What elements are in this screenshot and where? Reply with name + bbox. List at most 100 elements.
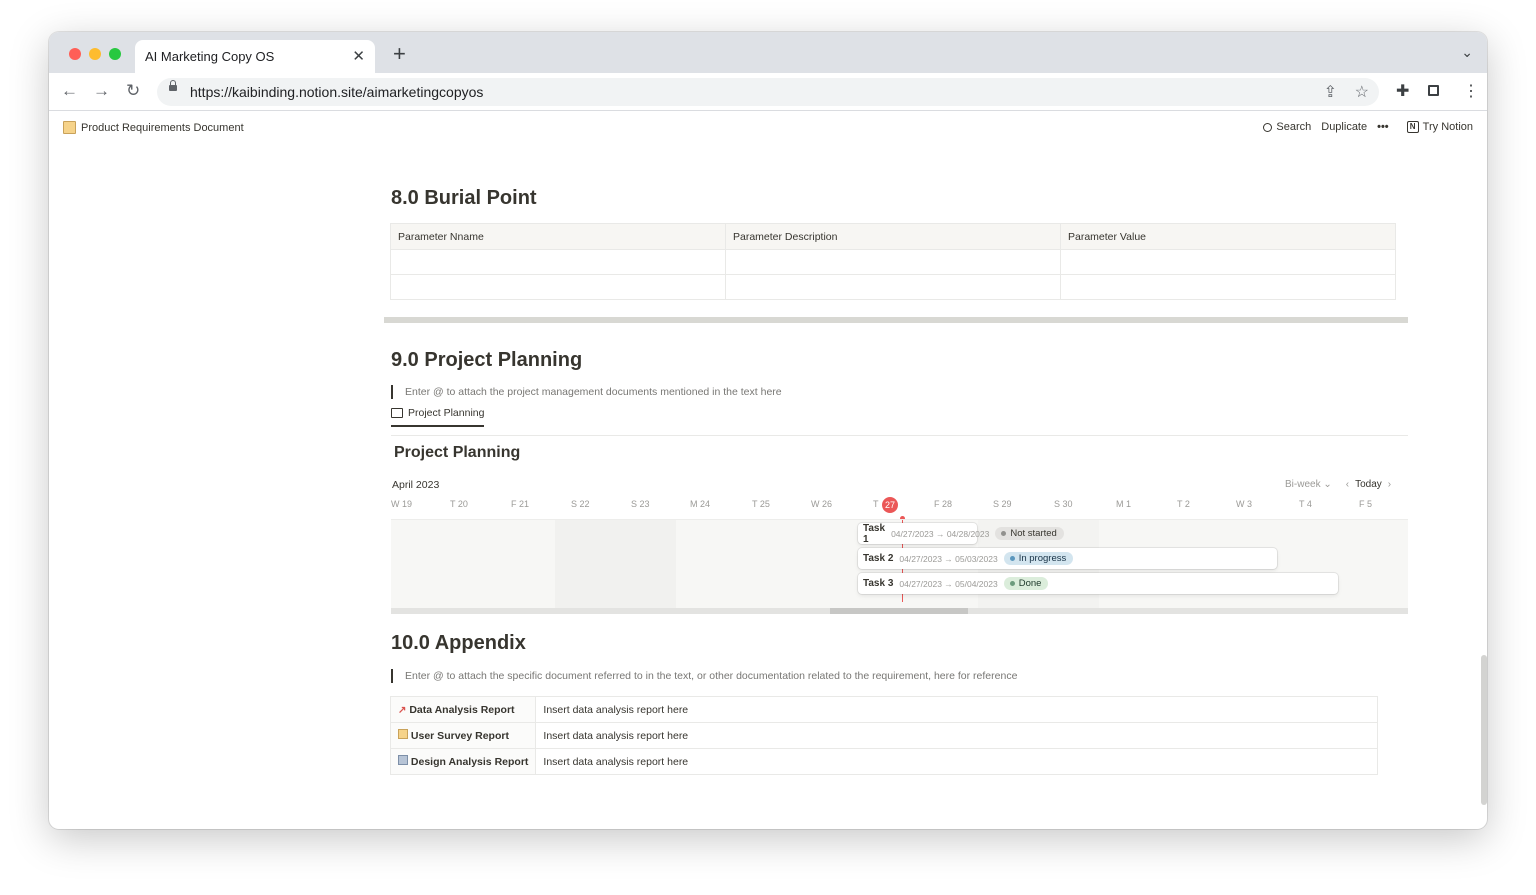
task-bar[interactable]: Task 2 04/27/2023 → 05/03/2023 In progre…	[858, 548, 1277, 569]
day-label: F 5	[1359, 499, 1373, 509]
horizontal-scroll-thumb[interactable]	[830, 608, 968, 614]
task-name: Task 2	[863, 553, 894, 564]
browser-tab[interactable]: AI Marketing Copy OS ✕	[135, 40, 375, 74]
row-value[interactable]: Insert data analysis report here	[535, 696, 1378, 723]
vertical-scroll-thumb[interactable]	[1481, 655, 1487, 805]
search-label: Search	[1276, 121, 1312, 133]
next-icon[interactable]: ›	[1388, 479, 1391, 490]
status-label: Not started	[1010, 528, 1057, 539]
column-header[interactable]: Parameter Description	[725, 223, 1061, 250]
status-badge: In progress	[1003, 552, 1074, 565]
today-button[interactable]: Today	[1355, 479, 1382, 490]
table-cell[interactable]	[390, 249, 726, 275]
timeline-horizontal-scrollbar[interactable]	[391, 608, 1408, 614]
notion-logo-icon: N	[1406, 121, 1419, 133]
close-window-button[interactable]	[69, 48, 81, 60]
burial-point-table: Parameter Nname Parameter Description Pa…	[390, 223, 1396, 300]
back-icon[interactable]: ←	[61, 81, 78, 101]
browser-window: AI Marketing Copy OS ✕ + ⌄ ← → ↻ https:/…	[49, 32, 1487, 829]
day-label: S 22	[571, 499, 590, 509]
page-content: 8.0 Burial Point Parameter Nname Paramet…	[49, 145, 1487, 829]
appendix-quote[interactable]: Enter @ to attach the specific document …	[391, 669, 1017, 683]
table-cell[interactable]	[725, 249, 1061, 275]
timeline-view-icon	[391, 408, 403, 418]
day-label: T	[873, 499, 879, 509]
planning-quote[interactable]: Enter @ to attach the project management…	[391, 385, 782, 399]
vertical-scrollbar[interactable]	[1479, 145, 1487, 829]
status-label: Done	[1018, 578, 1042, 589]
row-title[interactable]: ↗ Data Analysis Report	[389, 696, 537, 723]
extensions-icon[interactable]: ✚	[1396, 81, 1409, 101]
day-label: S 29	[993, 499, 1012, 509]
row-title-label: Design Analysis Report	[410, 756, 529, 768]
table-cell[interactable]	[390, 274, 726, 300]
table-row: Design Analysis Report Insert data analy…	[389, 748, 1378, 775]
view-tab-project-planning[interactable]: Project Planning	[391, 407, 485, 427]
breadcrumb-label: Product Requirements Document	[81, 121, 244, 134]
table-row: ↗ Data Analysis Report Insert data analy…	[389, 696, 1378, 723]
maximize-window-button[interactable]	[109, 48, 121, 60]
timeline-body[interactable]: Task 1 04/27/2023 → 04/28/2023 Not start…	[391, 519, 1408, 608]
table-row: User Survey Report Insert data analysis …	[389, 722, 1378, 749]
day-label: T 2	[1177, 499, 1190, 509]
tab-title: AI Marketing Copy OS	[145, 49, 275, 64]
table-cell[interactable]	[1060, 249, 1396, 275]
divider	[384, 317, 1408, 323]
url-text[interactable]: https://kaibinding.notion.site/aimarketi…	[190, 84, 483, 100]
bookmark-star-icon[interactable]: ☆	[1355, 82, 1369, 102]
row-value[interactable]: Insert data analysis report here	[535, 722, 1378, 749]
chart-increasing-icon: ↗	[398, 704, 407, 716]
column-header[interactable]: Parameter Nname	[390, 223, 726, 250]
forward-icon[interactable]: →	[93, 81, 110, 101]
lock-icon[interactable]	[169, 80, 177, 91]
close-tab-icon[interactable]: ✕	[352, 47, 365, 65]
share-icon[interactable]: ⇪	[1324, 82, 1337, 102]
minimize-window-button[interactable]	[89, 48, 101, 60]
task-dates: 04/27/2023 → 04/28/2023	[891, 528, 990, 539]
row-title-label: Data Analysis Report	[409, 703, 515, 716]
table-cell[interactable]	[725, 274, 1061, 300]
row-title[interactable]: Design Analysis Report	[389, 748, 537, 775]
duplicate-button[interactable]: Duplicate	[1321, 121, 1367, 133]
range-selector[interactable]: Bi-week ⌄	[1285, 479, 1332, 490]
topbar-actions: Search Duplicate ••• N Try Notion	[1263, 121, 1473, 133]
status-badge: Not started	[995, 527, 1064, 540]
database-title[interactable]: Project Planning	[394, 444, 520, 462]
day-label: M 24	[690, 499, 711, 509]
address-bar[interactable]: https://kaibinding.notion.site/aimarketi…	[157, 78, 1379, 106]
task-name: Task 3	[863, 578, 894, 589]
day-label: S 23	[631, 499, 650, 509]
table-cell[interactable]	[1060, 274, 1396, 300]
menu-icon[interactable]: ⋮	[1463, 81, 1479, 101]
day-label: F 21	[511, 499, 530, 509]
breadcrumb[interactable]: Product Requirements Document	[63, 121, 244, 134]
reload-icon[interactable]: ↻	[126, 81, 140, 101]
view-tab-label: Project Planning	[408, 407, 485, 419]
side-panel-icon[interactable]	[1428, 85, 1439, 96]
status-badge: Done	[1003, 577, 1049, 590]
status-dot	[1009, 581, 1015, 586]
row-title[interactable]: User Survey Report	[389, 722, 537, 749]
task-bar[interactable]: Task 1 04/27/2023 → 04/28/2023 Not start…	[858, 523, 1064, 545]
view-tabs-divider	[391, 435, 1408, 436]
try-notion-button[interactable]: N Try Notion	[1406, 121, 1473, 133]
previous-icon[interactable]: ‹	[1346, 479, 1349, 490]
day-label: S 30	[1054, 499, 1073, 509]
weekend-band	[555, 520, 676, 608]
status-label: In progress	[1018, 553, 1067, 564]
tab-strip: AI Marketing Copy OS ✕ + ⌄	[49, 32, 1487, 74]
day-label: T 20	[450, 499, 468, 509]
status-dot	[1009, 556, 1015, 561]
day-label: M 1	[1116, 499, 1132, 509]
tab-search-chevron-icon[interactable]: ⌄	[1461, 44, 1473, 61]
notion-topbar: Product Requirements Document Search Dup…	[49, 111, 1487, 145]
task-bar[interactable]: Task 3 04/27/2023 → 05/04/2023 Done	[858, 573, 1338, 594]
day-label: F 28	[934, 499, 953, 509]
new-tab-icon[interactable]: +	[393, 41, 406, 67]
status-dot	[1001, 531, 1007, 536]
more-options-icon[interactable]: •••	[1377, 121, 1389, 133]
row-value[interactable]: Insert data analysis report here	[535, 748, 1378, 775]
column-header[interactable]: Parameter Value	[1060, 223, 1396, 250]
search-icon	[1263, 122, 1273, 132]
search-button[interactable]: Search	[1263, 121, 1311, 133]
